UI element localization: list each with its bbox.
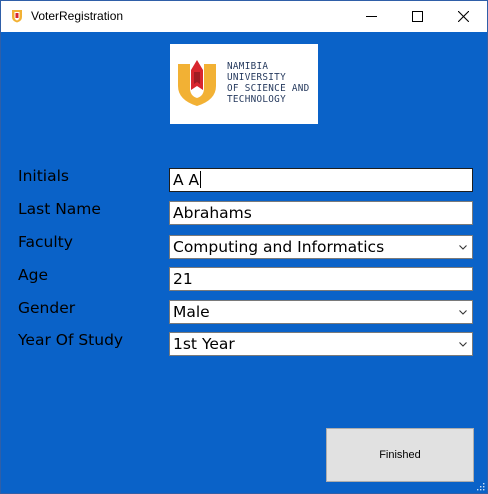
logo-line: UNIVERSITY — [227, 72, 286, 83]
minimize-icon — [365, 16, 377, 17]
close-button[interactable] — [440, 1, 486, 32]
initials-value: A A — [173, 171, 200, 189]
logo-line: OF SCIENCE AND — [227, 83, 310, 94]
logo-text: NAMIBIA UNIVERSITY OF SCIENCE AND TECHNO… — [227, 61, 310, 105]
last-name-input[interactable]: Abrahams — [169, 201, 473, 225]
app-window: VoterRegistration NAMIBIA UNIVERSITY OF … — [0, 0, 488, 494]
title-bar[interactable]: VoterRegistration — [1, 1, 487, 32]
gender-value: Male — [173, 303, 210, 321]
finished-button-label: Finished — [379, 449, 421, 461]
faculty-value: Computing and Informatics — [173, 238, 385, 256]
close-icon — [457, 11, 469, 22]
app-shield-icon — [12, 10, 22, 23]
faculty-label: Faculty — [18, 233, 73, 251]
year-of-study-value: 1st Year — [173, 335, 235, 353]
nust-shield-icon — [178, 60, 216, 106]
gender-label: Gender — [18, 299, 76, 317]
finished-button[interactable]: Finished — [326, 428, 474, 482]
minimize-button[interactable] — [348, 1, 394, 32]
chevron-down-icon — [459, 245, 467, 250]
last-name-value: Abrahams — [173, 204, 252, 222]
year-of-study-select[interactable]: 1st Year — [169, 332, 473, 356]
last-name-label: Last Name — [18, 200, 101, 218]
window-title: VoterRegistration — [31, 9, 124, 23]
chevron-down-icon — [459, 342, 467, 347]
age-value: 21 — [173, 270, 193, 288]
resize-grip-icon[interactable] — [475, 481, 485, 491]
initials-input[interactable]: A A — [169, 168, 473, 192]
maximize-button[interactable] — [394, 1, 440, 32]
text-caret — [200, 171, 202, 188]
logo-line: TECHNOLOGY — [227, 94, 286, 105]
age-input[interactable]: 21 — [169, 267, 473, 291]
initials-label: Initials — [18, 167, 69, 185]
gender-select[interactable]: Male — [169, 300, 473, 324]
age-label: Age — [18, 266, 48, 284]
chevron-down-icon — [459, 310, 467, 315]
university-logo: NAMIBIA UNIVERSITY OF SCIENCE AND TECHNO… — [170, 44, 318, 124]
maximize-icon — [411, 11, 423, 22]
year-of-study-label: Year Of Study — [18, 331, 124, 349]
faculty-select[interactable]: Computing and Informatics — [169, 235, 473, 259]
logo-line: NAMIBIA — [227, 61, 269, 72]
